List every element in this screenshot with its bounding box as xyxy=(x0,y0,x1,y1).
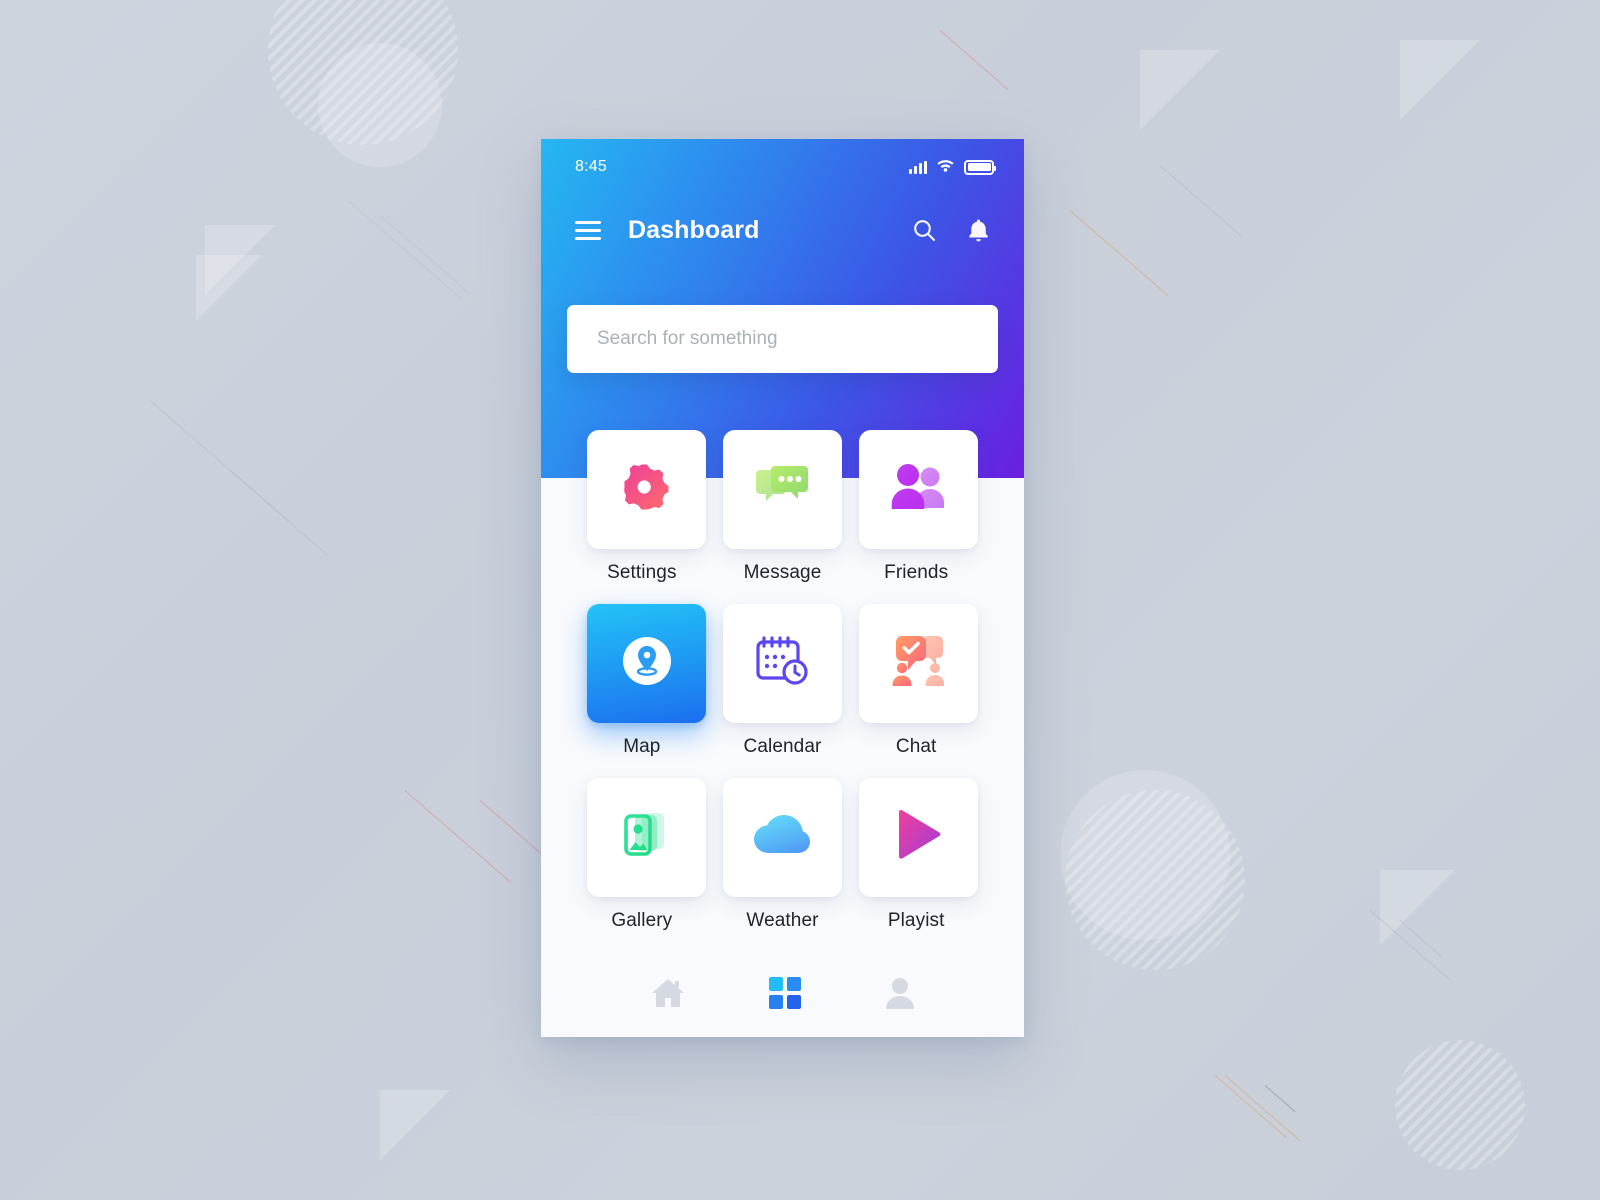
deco-triangle-down-left xyxy=(380,1090,450,1160)
signal-bars-icon xyxy=(909,160,927,174)
calendar-clock-icon xyxy=(754,634,810,693)
deco-triangle-down-left xyxy=(1400,40,1480,120)
bell-icon[interactable] xyxy=(967,218,990,243)
chat-people-icon xyxy=(890,634,946,693)
app-tile-calendar[interactable] xyxy=(722,604,842,723)
deco-solid-circle xyxy=(318,43,442,167)
app-tile-weather[interactable] xyxy=(722,778,842,897)
deco-diagonal-line xyxy=(404,790,511,883)
app-tile-message[interactable] xyxy=(722,430,842,549)
phone-mockup: 8:45 Dashboard Search for something Sett… xyxy=(541,139,1024,1037)
nav-item-home[interactable] xyxy=(651,977,685,1009)
nav-item-profile[interactable] xyxy=(885,977,915,1009)
deco-diagonal-line xyxy=(1159,165,1244,239)
deco-diagonal-line xyxy=(1069,210,1169,297)
status-bar: 8:45 xyxy=(541,139,1024,195)
app-tile-playlist[interactable] xyxy=(858,778,978,897)
search-icon[interactable] xyxy=(912,218,937,243)
app-cell-playlist[interactable]: Playist xyxy=(850,778,986,932)
deco-solid-circle xyxy=(1060,770,1230,940)
search-bar[interactable] xyxy=(567,305,998,373)
grid-icon xyxy=(768,977,801,1009)
app-tile-gallery[interactable] xyxy=(587,778,707,897)
person-icon xyxy=(885,978,915,1013)
deco-triangle-down-left xyxy=(1380,870,1455,945)
map-pin-icon xyxy=(616,630,678,697)
photos-icon xyxy=(620,809,674,866)
app-cell-friends[interactable]: Friends xyxy=(850,430,986,584)
bottom-navigation xyxy=(541,949,1024,1037)
deco-diagonal-line xyxy=(939,30,1009,90)
cloud-icon xyxy=(754,815,811,860)
gear-icon xyxy=(621,461,673,518)
home-icon xyxy=(651,979,685,1013)
status-time: 8:45 xyxy=(575,158,607,175)
hamburger-menu-icon[interactable] xyxy=(575,220,601,240)
app-cell-weather[interactable]: Weather xyxy=(715,778,851,932)
app-label-calendar: Calendar xyxy=(743,736,822,757)
app-tile-friends[interactable] xyxy=(858,430,978,549)
play-icon xyxy=(894,809,942,866)
deco-triangle-down-left xyxy=(1140,50,1220,130)
app-label-playlist: Playist xyxy=(887,910,945,931)
app-cell-map[interactable]: Map xyxy=(579,604,715,758)
deco-diagonal-line xyxy=(1264,1085,1296,1113)
app-cell-settings[interactable]: Settings xyxy=(579,430,715,584)
app-cell-gallery[interactable]: Gallery xyxy=(579,778,715,932)
status-icons xyxy=(909,158,996,177)
deco-diagonal-line xyxy=(379,215,471,295)
app-label-gallery: Gallery xyxy=(611,910,673,931)
page-title: Dashboard xyxy=(628,215,760,244)
search-input[interactable] xyxy=(597,328,968,350)
app-label-weather: Weather xyxy=(746,910,819,931)
people-icon xyxy=(891,464,945,515)
app-grid: Settings Message Friends Map Calendar Ch… xyxy=(541,430,1024,932)
deco-diagonal-line xyxy=(347,200,462,300)
deco-diagonal-line xyxy=(229,470,329,557)
app-bar-actions xyxy=(912,218,990,243)
app-label-settings: Settings xyxy=(607,562,677,583)
deco-diagonal-line xyxy=(1214,1075,1288,1139)
app-tile-map[interactable] xyxy=(587,604,707,723)
nav-item-apps[interactable] xyxy=(768,977,801,1009)
deco-diagonal-line xyxy=(479,800,549,860)
app-label-message: Message xyxy=(743,562,822,583)
app-tile-settings[interactable] xyxy=(587,430,707,549)
app-cell-chat[interactable]: Chat xyxy=(850,604,986,758)
deco-striped-circle xyxy=(1395,1040,1525,1170)
app-cell-message[interactable]: Message xyxy=(715,430,851,584)
deco-triangle-down-left xyxy=(205,225,275,295)
app-bar: Dashboard xyxy=(541,199,1024,261)
app-cell-calendar[interactable]: Calendar xyxy=(715,604,851,758)
app-tile-chat[interactable] xyxy=(858,604,978,723)
chat-bubble-icon xyxy=(756,464,809,515)
wifi-icon xyxy=(936,158,955,177)
app-label-friends: Friends xyxy=(884,562,949,583)
deco-diagonal-line xyxy=(1224,1075,1301,1142)
battery-icon xyxy=(964,159,996,175)
app-label-map: Map xyxy=(623,736,661,757)
app-label-chat: Chat xyxy=(895,736,937,757)
